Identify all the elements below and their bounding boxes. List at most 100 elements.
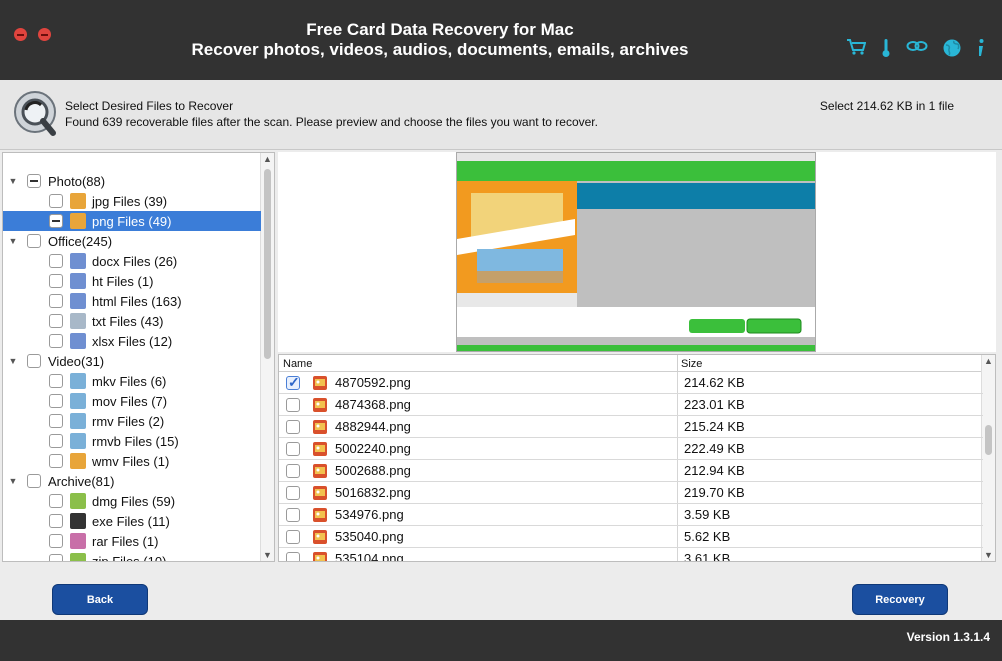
tree-checkbox[interactable]	[49, 274, 63, 288]
table-header: Name Size	[279, 355, 983, 372]
row-checkbox[interactable]	[286, 374, 300, 391]
tree-item[interactable]: txt Files (43)	[3, 311, 164, 331]
file-type-icon	[70, 313, 86, 329]
tree-checkbox[interactable]	[49, 214, 63, 228]
table-row[interactable]: 535104.png 3.61 KB	[279, 548, 983, 561]
tree-item[interactable]: dmg Files (59)	[3, 491, 175, 511]
tree-checkbox[interactable]	[49, 534, 63, 548]
tree-item[interactable]: ht Files (1)	[3, 271, 153, 291]
row-checkbox[interactable]	[286, 486, 300, 500]
table-row[interactable]: 534976.png 3.59 KB	[279, 504, 983, 526]
tree-category[interactable]: ▼ Photo(88)	[3, 171, 106, 191]
tree-item[interactable]: exe Files (11)	[3, 511, 170, 531]
tree-item[interactable]: png Files (49)	[3, 211, 261, 231]
tree-item-label: txt Files (43)	[92, 313, 164, 329]
tree-item[interactable]: rar Files (1)	[3, 531, 158, 551]
tree-checkbox[interactable]	[49, 514, 63, 528]
table-row[interactable]: 5016832.png 219.70 KB	[279, 482, 983, 504]
table-scroll-thumb[interactable]	[985, 425, 992, 455]
info-icon[interactable]	[976, 38, 986, 58]
table-row[interactable]: 5002688.png 212.94 KB	[279, 460, 983, 482]
recovery-button[interactable]: Recovery	[852, 584, 948, 615]
tree-checkbox[interactable]	[49, 434, 63, 448]
tree-checkbox[interactable]	[49, 334, 63, 348]
column-header-name[interactable]: Name	[283, 358, 312, 370]
table-row[interactable]: 535040.png 5.62 KB	[279, 526, 983, 548]
tree-category[interactable]: ▼ Video(31)	[3, 351, 105, 371]
tree-checkbox[interactable]	[49, 314, 63, 328]
file-type-tree[interactable]: ▲ ▼ ▼ Photo(88) jpg Files (39) png Files (4…	[2, 152, 275, 562]
tree-category[interactable]: ▼ Office(245)	[3, 231, 113, 251]
tree-checkbox[interactable]	[49, 254, 63, 268]
back-button[interactable]: Back	[52, 584, 148, 615]
table-row[interactable]: 5002240.png 222.49 KB	[279, 438, 983, 460]
file-list-table[interactable]: Name Size ▲ ▼ 4870592.png 214.62 KB 487436…	[278, 354, 996, 562]
tree-checkbox[interactable]	[27, 354, 41, 368]
scroll-up-icon[interactable]: ▲	[984, 356, 993, 366]
cart-icon[interactable]	[846, 38, 866, 56]
tree-scroll-thumb[interactable]	[264, 169, 271, 359]
tree-item[interactable]: rmv Files (2)	[3, 411, 164, 431]
tree-item[interactable]: html Files (163)	[3, 291, 182, 311]
link-icon[interactable]	[906, 38, 928, 54]
file-name: 4882944.png	[335, 419, 411, 434]
app-subtitle: Recover photos, videos, audios, document…	[191, 40, 689, 59]
tree-checkbox[interactable]	[49, 394, 63, 408]
scroll-down-icon[interactable]: ▼	[984, 550, 993, 560]
column-header-size[interactable]: Size	[681, 358, 702, 370]
tree-item[interactable]: docx Files (26)	[3, 251, 177, 271]
disclosure-triangle-icon[interactable]: ▼	[7, 476, 19, 486]
scroll-down-icon[interactable]: ▼	[263, 550, 272, 560]
tree-item[interactable]: xlsx Files (12)	[3, 331, 172, 351]
row-checkbox[interactable]	[286, 508, 300, 522]
globe-icon[interactable]	[942, 38, 962, 58]
tree-checkbox[interactable]	[49, 374, 63, 388]
table-scrollbar[interactable]: ▲ ▼	[981, 355, 995, 561]
tree-item[interactable]: jpg Files (39)	[3, 191, 167, 211]
disclosure-triangle-icon[interactable]: ▼	[7, 176, 19, 186]
file-name: 535040.png	[335, 529, 404, 544]
tree-item[interactable]: mkv Files (6)	[3, 371, 166, 391]
tree-checkbox[interactable]	[27, 474, 41, 488]
file-type-icon	[70, 553, 86, 561]
tree-scrollbar[interactable]: ▲ ▼	[260, 153, 274, 561]
info-found-text: Found 639 recoverable files after the sc…	[65, 115, 598, 129]
tree-item[interactable]: mov Files (7)	[3, 391, 167, 411]
tree-item[interactable]: rmvb Files (15)	[3, 431, 179, 451]
tree-item-label: xlsx Files (12)	[92, 333, 173, 349]
preview-image	[456, 152, 816, 352]
row-checkbox[interactable]	[286, 552, 300, 561]
tree-checkbox[interactable]	[49, 494, 63, 508]
tree-item-label: ht Files (1)	[92, 273, 154, 289]
tree-item-label: wmv Files (1)	[92, 453, 170, 469]
disclosure-triangle-icon[interactable]: ▼	[7, 356, 19, 366]
scroll-up-icon[interactable]: ▲	[263, 154, 272, 164]
tree-checkbox[interactable]	[49, 194, 63, 208]
table-row[interactable]: 4874368.png 223.01 KB	[279, 394, 983, 416]
tree-checkbox[interactable]	[27, 174, 41, 188]
row-checkbox[interactable]	[286, 398, 300, 412]
file-size: 223.01 KB	[684, 397, 745, 412]
tree-checkbox[interactable]	[27, 234, 41, 248]
tree-item[interactable]: wmv Files (1)	[3, 451, 169, 471]
file-type-icon	[70, 453, 86, 469]
row-checkbox[interactable]	[286, 442, 300, 456]
tree-item[interactable]: zip Files (10)	[3, 551, 166, 561]
row-checkbox[interactable]	[286, 420, 300, 434]
tree-category[interactable]: ▼ Archive(81)	[3, 471, 115, 491]
file-name: 5002240.png	[335, 441, 411, 456]
scan-magnifier-icon	[14, 91, 56, 136]
tree-checkbox[interactable]	[49, 454, 63, 468]
tree-item-label: rmvb Files (15)	[92, 433, 179, 449]
file-type-icon	[70, 273, 86, 289]
disclosure-triangle-icon[interactable]: ▼	[7, 236, 19, 246]
table-row[interactable]: 4882944.png 215.24 KB	[279, 416, 983, 438]
tree-checkbox[interactable]	[49, 554, 63, 561]
thermometer-icon[interactable]	[880, 38, 892, 58]
tree-checkbox[interactable]	[49, 414, 63, 428]
table-row[interactable]: 4870592.png 214.62 KB	[279, 372, 983, 394]
png-file-icon	[313, 464, 327, 478]
tree-checkbox[interactable]	[49, 294, 63, 308]
row-checkbox[interactable]	[286, 464, 300, 478]
row-checkbox[interactable]	[286, 530, 300, 544]
